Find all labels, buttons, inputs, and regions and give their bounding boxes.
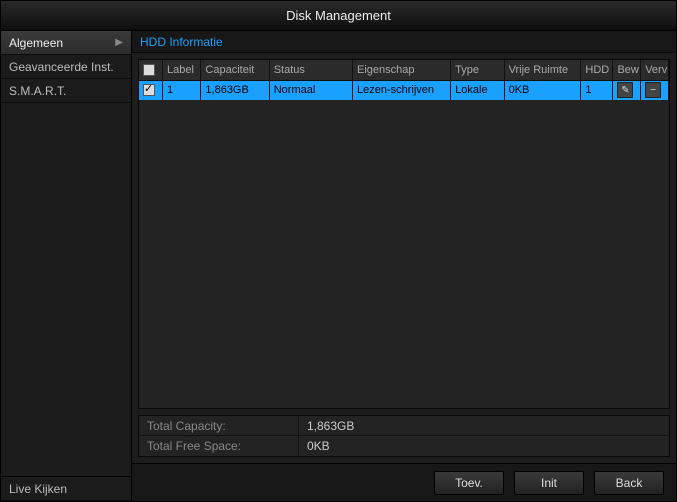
table-header-row: Label Capaciteit Status Eigenschap Type …	[139, 60, 669, 80]
footer-bar: Toev. Init Back	[132, 463, 676, 501]
col-hdd[interactable]: HDD	[581, 60, 613, 80]
summary-value: 0KB	[299, 436, 669, 456]
cell-hdd: 1	[581, 80, 613, 100]
main-panel: HDD Informatie Label Capaciteit Status	[132, 31, 676, 501]
col-checkbox[interactable]	[139, 60, 162, 80]
sidebar-item-label: Live Kijken	[9, 477, 67, 501]
cell-checkbox[interactable]	[139, 80, 162, 100]
delete-icon[interactable]: −	[645, 82, 661, 98]
sidebar-item-label: S.M.A.R.T.	[9, 79, 66, 103]
col-delete[interactable]: Verv	[641, 60, 669, 80]
col-capacity[interactable]: Capaciteit	[201, 60, 269, 80]
window-title: Disk Management	[1, 1, 676, 31]
col-free[interactable]: Vrije Ruimte	[504, 60, 581, 80]
cell-type: Lokale	[451, 80, 504, 100]
sidebar-item-general[interactable]: Algemeen ▶	[1, 31, 131, 55]
table-row[interactable]: 1 1,863GB Normaal Lezen-schrijven Lokale…	[139, 80, 669, 100]
col-type[interactable]: Type	[451, 60, 504, 80]
back-button[interactable]: Back	[594, 471, 664, 495]
summary-box: Total Capacity: 1,863GB Total Free Space…	[138, 415, 670, 457]
sidebar-item-advanced[interactable]: Geavanceerde Inst.	[1, 55, 131, 79]
col-property[interactable]: Eigenschap	[352, 60, 450, 80]
sidebar-item-label: Algemeen	[9, 31, 63, 55]
cell-free: 0KB	[504, 80, 581, 100]
cell-label: 1	[162, 80, 200, 100]
edit-icon[interactable]: ✎	[617, 82, 633, 98]
col-status[interactable]: Status	[269, 60, 352, 80]
add-button[interactable]: Toev.	[434, 471, 504, 495]
window-body: Algemeen ▶ Geavanceerde Inst. S.M.A.R.T.…	[1, 31, 676, 501]
chevron-right-icon: ▶	[115, 31, 123, 55]
summary-label: Total Free Space:	[139, 436, 299, 456]
disk-management-window: Disk Management Algemeen ▶ Geavanceerde …	[0, 0, 677, 502]
sidebar-footer: Live Kijken	[1, 476, 131, 501]
sidebar-nav: Algemeen ▶ Geavanceerde Inst. S.M.A.R.T.	[1, 31, 131, 476]
hdd-table-container: Label Capaciteit Status Eigenschap Type …	[138, 59, 670, 409]
summary-label: Total Capacity:	[139, 416, 299, 435]
cell-status: Normaal	[269, 80, 352, 100]
table-empty-area	[139, 100, 669, 408]
cell-property: Lezen-schrijven	[352, 80, 450, 100]
summary-row-capacity: Total Capacity: 1,863GB	[139, 416, 669, 436]
hdd-table: Label Capaciteit Status Eigenschap Type …	[139, 60, 669, 100]
sidebar: Algemeen ▶ Geavanceerde Inst. S.M.A.R.T.…	[1, 31, 132, 501]
sidebar-item-smart[interactable]: S.M.A.R.T.	[1, 79, 131, 103]
summary-value: 1,863GB	[299, 416, 669, 435]
cell-edit[interactable]: ✎	[613, 80, 641, 100]
summary-row-free: Total Free Space: 0KB	[139, 436, 669, 456]
init-button[interactable]: Init	[514, 471, 584, 495]
section-title: HDD Informatie	[132, 31, 676, 53]
sidebar-item-liveview[interactable]: Live Kijken	[1, 477, 131, 501]
cell-capacity: 1,863GB	[201, 80, 269, 100]
col-edit[interactable]: Bew	[613, 60, 641, 80]
cell-delete[interactable]: −	[641, 80, 669, 100]
col-label[interactable]: Label	[162, 60, 200, 80]
checkbox-checked-icon[interactable]	[143, 84, 155, 96]
checkbox-icon[interactable]	[143, 64, 155, 76]
sidebar-item-label: Geavanceerde Inst.	[9, 55, 114, 79]
